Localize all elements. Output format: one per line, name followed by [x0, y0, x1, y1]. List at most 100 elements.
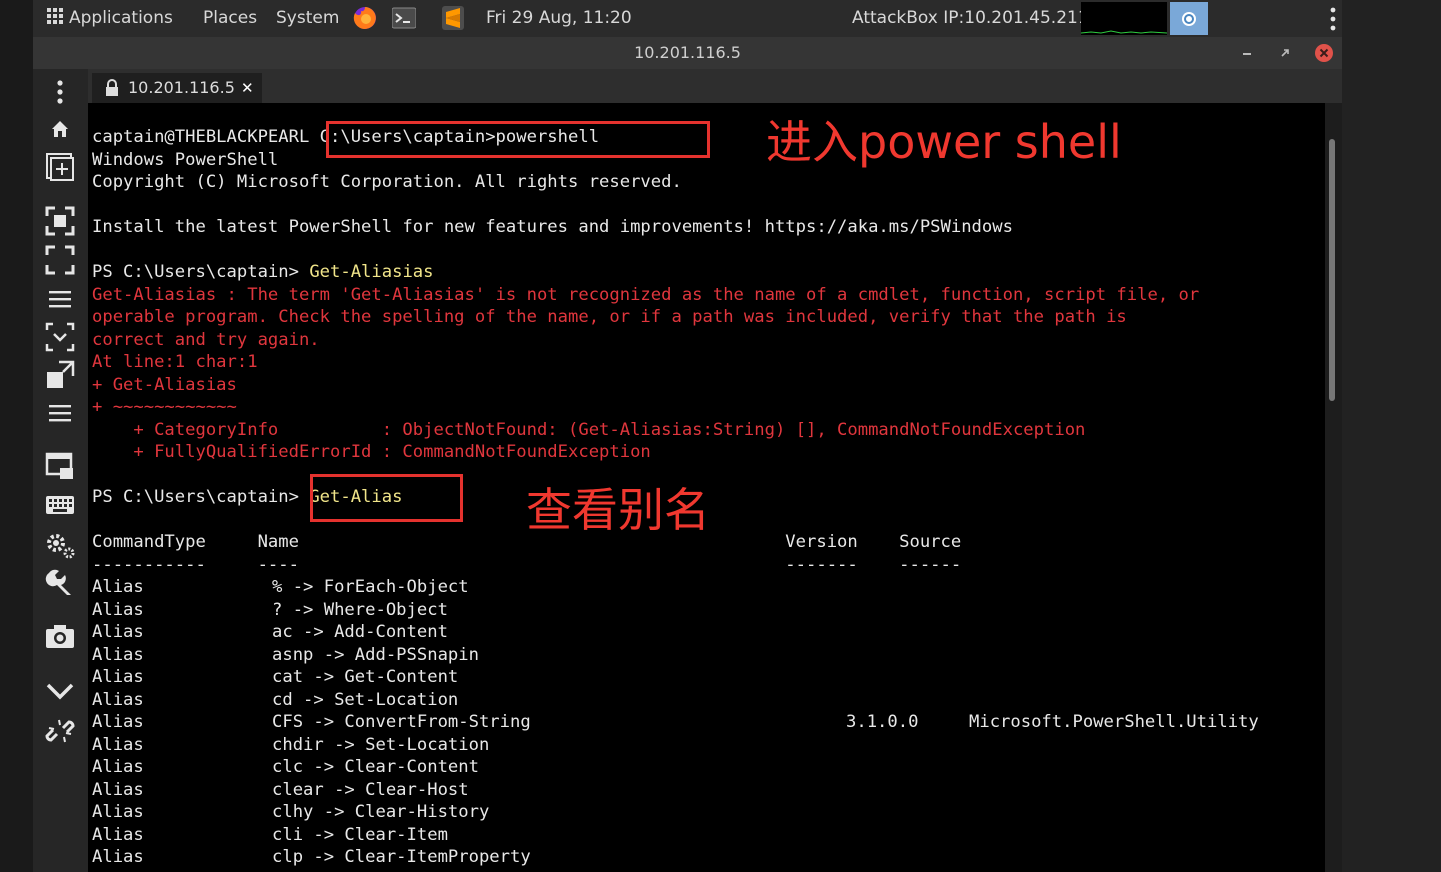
home-button[interactable]: [43, 112, 77, 146]
desktop-frame-right: [1342, 0, 1441, 872]
minimize-button[interactable]: [1239, 45, 1255, 61]
alias-row-type: Alias: [92, 802, 144, 822]
alias-row-name: cat -> Get-Content: [272, 667, 459, 687]
firefox-launcher[interactable]: [352, 0, 378, 37]
fullscreen-button[interactable]: [43, 204, 77, 238]
alias-row-type: Alias: [92, 757, 144, 777]
terminal-line: Install the latest PowerShell for new fe…: [92, 216, 1013, 238]
menu-button[interactable]: [43, 282, 77, 316]
list-button[interactable]: [43, 396, 77, 430]
sublime-text-icon: [442, 6, 464, 30]
terminal-line-text: PS C:\Users\captain>: [92, 487, 310, 507]
alias-row-source: Microsoft.PowerShell.Utility: [969, 712, 1259, 732]
network-graph: [1080, 2, 1168, 35]
alias-row-type: Alias: [92, 644, 144, 665]
alias-row-version: 3.1.0.0: [846, 712, 919, 732]
tools-button[interactable]: [43, 565, 77, 599]
alias-row-type: Alias: [92, 824, 144, 845]
terminal-line-text: + ~~~~~~~~~~~~: [92, 397, 237, 417]
terminal-line-text: + CategoryInfo : ObjectNotFound: (Get-Al…: [92, 419, 1086, 440]
terminal-line: correct and try again.: [92, 329, 320, 351]
keyboard-icon: [46, 496, 74, 514]
alias-row-name: cd -> Set-Location: [272, 689, 459, 710]
terminal-icon: [391, 7, 417, 29]
toolbar-more-button[interactable]: [43, 75, 77, 109]
alias-row-name: ? -> Where-Object: [272, 599, 448, 620]
terminal-line-text: + Get-Aliasias: [92, 374, 237, 395]
terminal-line: Copyright (C) Microsoft Corporation. All…: [92, 171, 682, 193]
alias-row-type: Alias: [92, 712, 144, 732]
terminal-line: PS C:\Users\captain> Get-Aliasias: [92, 261, 434, 283]
tab-label: 10.201.116.5: [128, 78, 235, 97]
alias-row-name: asnp -> Add-PSSnapin: [272, 644, 479, 665]
terminal-command: Get-Aliasias: [309, 262, 434, 282]
terminal-line-text: operable program. Check the spelling of …: [92, 307, 1127, 327]
expand-button[interactable]: [43, 243, 77, 277]
wrench-icon: [45, 569, 71, 595]
sublime-launcher[interactable]: [442, 0, 464, 37]
screenshot-button[interactable]: [43, 619, 77, 653]
camera-icon: [46, 625, 74, 648]
places-menu[interactable]: Places: [203, 0, 257, 37]
home-icon: [52, 121, 68, 137]
terminal-line-text: ----------- ---- ------- ------: [92, 554, 962, 575]
terminal-scrollbar[interactable]: [1325, 103, 1342, 872]
terminal-launcher[interactable]: [391, 0, 417, 37]
maximize-icon: [1281, 49, 1289, 57]
alias-row-name: % -> ForEach-Object: [272, 577, 469, 597]
clock[interactable]: Fri 29 Aug, 11:20: [486, 0, 632, 37]
window-title: 10.201.116.5: [634, 43, 741, 62]
disconnect-button[interactable]: [43, 714, 77, 748]
terminal-line: Get-Aliasias : The term 'Get-Aliasias' i…: [92, 284, 1199, 306]
attackbox-ip: AttackBox IP:10.201.45.211: [852, 8, 1089, 28]
status-icon: [1182, 11, 1196, 26]
top-panel: Applications Places System Fri 29 Aug, 1…: [33, 0, 1342, 37]
minimize-icon: [1243, 53, 1251, 55]
close-button[interactable]: [1314, 43, 1334, 63]
settings-button[interactable]: [43, 528, 77, 562]
tab-connection[interactable]: 10.201.116.5 ✕: [92, 73, 262, 103]
alias-row-type: Alias: [92, 622, 144, 642]
app-grid-icon: [47, 8, 63, 24]
keyboard-button[interactable]: [43, 488, 77, 522]
close-icon: [1315, 44, 1333, 62]
terminal-line-text: correct and try again.: [92, 329, 320, 350]
status-button[interactable]: [1170, 2, 1208, 35]
menu-icon: [49, 405, 71, 422]
fit-icon: [47, 360, 75, 388]
collapse-button[interactable]: [43, 674, 77, 708]
scale-button[interactable]: [43, 320, 77, 354]
more-vertical-icon: [1330, 7, 1336, 31]
system-menu[interactable]: System: [276, 0, 339, 37]
tab-bar: 10.201.116.5 ✕: [88, 69, 1342, 103]
tab-close-button[interactable]: ✕: [241, 73, 254, 103]
settings-icon: [47, 534, 75, 559]
terminal-line: Windows PowerShell: [92, 149, 278, 171]
lock-icon: [106, 79, 118, 96]
terminal-line-text: At line:1 char:1: [92, 352, 258, 372]
terminal-line: + CategoryInfo : ObjectNotFound: (Get-Al…: [92, 419, 1085, 441]
scrollbar-thumb[interactable]: [1329, 139, 1335, 401]
terminal-line-text: Copyright (C) Microsoft Corporation. All…: [92, 172, 682, 192]
terminal-line-text: Get-Aliasias : The term 'Get-Aliasias' i…: [92, 284, 1200, 305]
window-icon: [45, 452, 73, 479]
more-vertical-icon: [57, 80, 63, 104]
window-button[interactable]: [43, 449, 77, 483]
applications-label: Applications: [69, 8, 173, 28]
maximize-button[interactable]: [1277, 45, 1293, 61]
remote-toolbar: [33, 69, 88, 872]
fit-button[interactable]: [43, 358, 77, 392]
network-activity-graph: [1080, 30, 1168, 34]
terminal-line-text: Windows PowerShell: [92, 149, 279, 170]
terminal-line: + ~~~~~~~~~~~~: [92, 396, 237, 418]
alias-row-type: Alias: [92, 689, 144, 710]
window-titlebar[interactable]: 10.201.116.5: [33, 37, 1342, 69]
panel-menu-button[interactable]: [1327, 6, 1339, 32]
new-connection-button[interactable]: [43, 150, 77, 184]
alias-row-name: clhy -> Clear-History: [272, 802, 490, 822]
applications-menu[interactable]: Applications: [46, 0, 173, 37]
alias-row-type: Alias: [92, 667, 144, 687]
annotation-view-aliases: 查看别名: [526, 483, 710, 537]
alias-row-type: Alias: [92, 847, 144, 867]
alias-row-name: cli -> Clear-Item: [272, 824, 448, 845]
